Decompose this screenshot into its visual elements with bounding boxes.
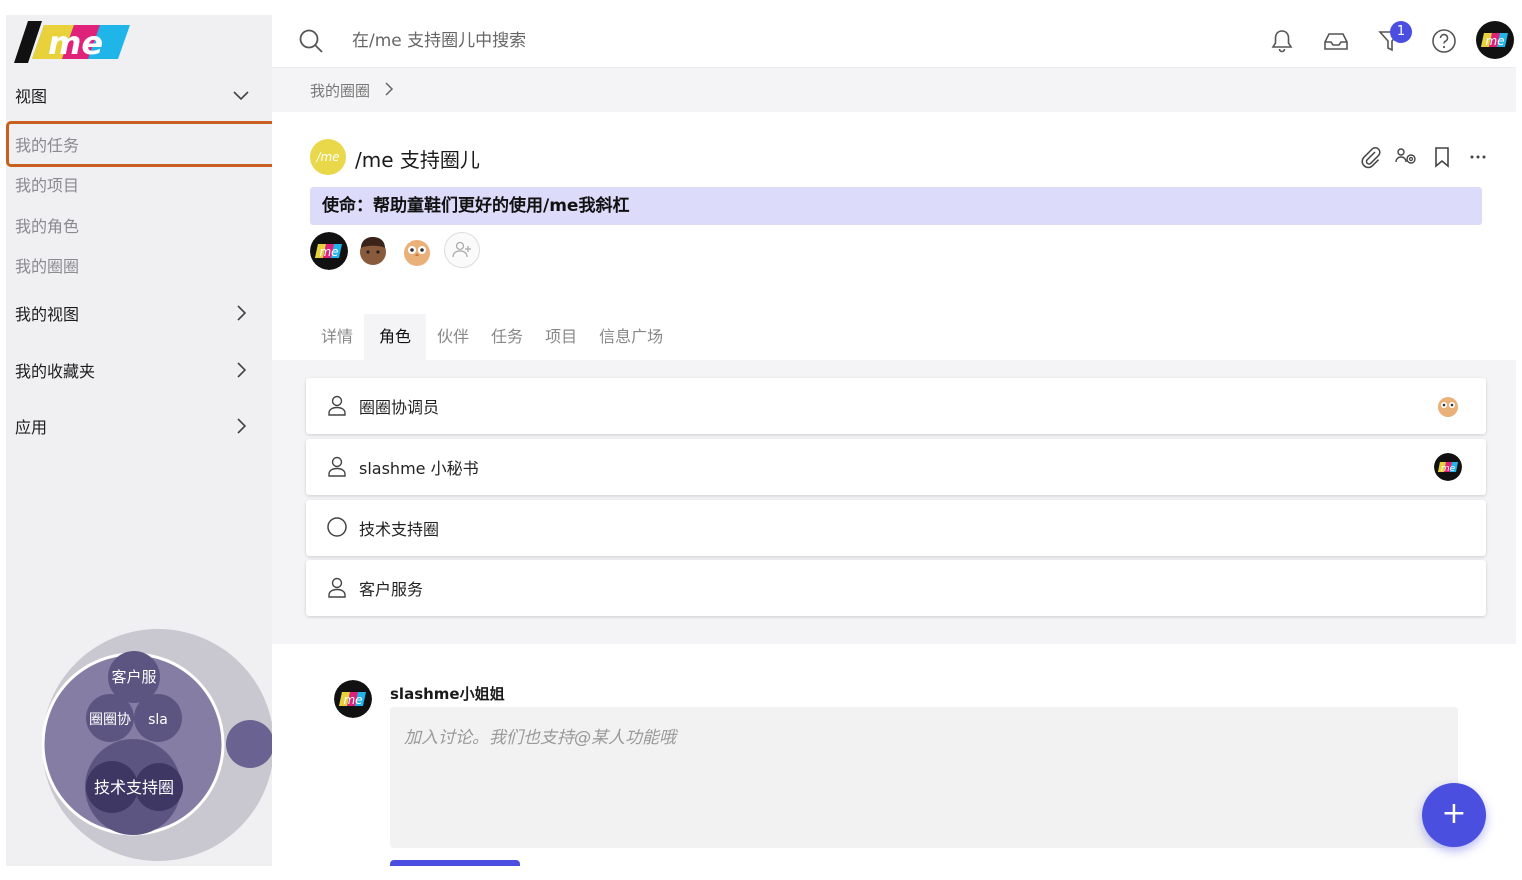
sidebar-views-toggle[interactable]: 视图 [6,75,272,115]
tab-roles[interactable]: 角色 [364,314,427,360]
role-item[interactable]: 技术支持圈 [306,500,1486,556]
tab-tasks[interactable]: 任务 [480,314,534,360]
sidebar-item-my-projects[interactable]: 我的项目 [6,164,272,204]
svg-text:me: me [1441,464,1456,474]
comment-author-name: slashme小姐姐 [390,685,505,703]
add-member-button[interactable] [444,232,480,268]
breadcrumb: 我的圈圈 [272,68,1516,112]
user-avatar[interactable]: me [1476,21,1514,59]
person-icon [328,577,346,598]
sidebar-item-my-circles[interactable]: 我的圈圈 [6,245,272,285]
person-icon [328,456,346,477]
sidebar: me 视图 我的任务 我的项目 我的角色 我的圈圈 我的视图 我的收藏夹 应用 … [6,15,278,866]
me-avatar[interactable]: me [1434,453,1462,481]
sidebar-views-label: 视图 [15,87,48,106]
search-input[interactable] [352,25,912,57]
svg-text:me: me [48,24,103,62]
role-label: 客户服务 [359,580,424,599]
bell-icon[interactable] [1268,27,1296,55]
circle-icon [327,517,347,537]
app-logo[interactable]: me [14,21,130,63]
chevron-right-icon [385,82,394,96]
sidebar-item-my-tasks[interactable]: 我的任务 [6,121,278,167]
sidebar-item-label: 我的任务 [15,136,80,155]
inbox-icon[interactable] [1322,27,1350,55]
bubble-label-coordinator: 圈圈协 [89,712,131,728]
tab-info-square[interactable]: 信息广场 [588,314,674,360]
sidebar-favorites-label: 我的收藏夹 [15,362,96,381]
role-label: slashme 小秘书 [359,459,479,478]
me-avatar[interactable]: me [310,232,348,270]
circle-mission: 使命：帮助童鞋们更好的使用/me我斜杠 [310,187,1482,225]
app-window: me 视图 我的任务 我的项目 我的角色 我的圈圈 我的视图 我的收藏夹 应用 … [6,15,1516,866]
role-label: 圈圈协调员 [359,398,440,417]
tab-details[interactable]: 详情 [310,314,364,360]
svg-text:me: me [343,693,362,707]
bubble-side [226,720,274,768]
role-label: 技术支持圈 [359,520,440,539]
bookmark-icon[interactable] [1430,145,1454,169]
circle-detail: /me /me 支持圈儿 使命：帮助童鞋们更好的使用/me我斜杠 me 详情 角… [272,112,1516,866]
sidebar-my-views[interactable]: 我的视图 [6,293,272,333]
owl-avatar[interactable] [1434,392,1462,420]
page-title: /me 支持圈儿 [355,148,480,172]
roles-list: 圈圈协调员 slashme 小秘书 me 技术支持圈 客户服务 [272,360,1516,644]
sidebar-item-label: 我的角色 [15,217,80,236]
tab-projects[interactable]: 项目 [534,314,588,360]
role-item[interactable]: 客户服务 [306,560,1486,616]
header-actions [1358,145,1490,169]
top-bar: 1 me [272,15,1516,68]
bubble-label-tech: 技术支持圈 [94,778,174,797]
members-settings-icon[interactable] [1394,145,1418,169]
bubble-label-customer: 客户服 [111,668,156,686]
attachment-icon[interactable] [1358,145,1382,169]
chevron-down-icon [233,91,249,101]
more-icon[interactable] [1466,145,1490,169]
person-icon [328,395,346,416]
circle-tabs: 详情 角色 伙伴 任务 项目 信息广场 [310,314,674,360]
comment-submit-button[interactable] [390,860,520,866]
comment-author-avatar: me [334,680,372,718]
chevron-right-icon [237,418,247,434]
sidebar-item-label: 我的圈圈 [15,257,80,276]
person-avatar[interactable] [354,232,392,270]
help-icon[interactable] [1430,27,1458,55]
svg-text:me: me [319,245,338,259]
role-item[interactable]: slashme 小秘书 me [306,439,1486,495]
sidebar-apps[interactable]: 应用 [6,406,272,446]
bubble-label-sla: sla [148,712,168,728]
circle-badge: /me [310,139,346,175]
sidebar-item-label: 我的项目 [15,176,80,195]
notification-badge: 1 [1390,21,1412,43]
svg-text:me: me [1485,34,1504,48]
role-item[interactable]: 圈圈协调员 [306,378,1486,434]
member-list: me [310,232,480,270]
comment-input[interactable] [390,707,1458,848]
chevron-right-icon [237,362,247,378]
tab-partners[interactable]: 伙伴 [426,314,480,360]
chevron-right-icon [237,305,247,321]
add-fab-button[interactable]: + [1422,783,1486,847]
sidebar-favorites[interactable]: 我的收藏夹 [6,350,272,390]
search-icon[interactable] [298,28,324,54]
add-user-icon [452,241,471,258]
breadcrumb-my-circles[interactable]: 我的圈圈 [310,80,370,101]
sidebar-my-views-label: 我的视图 [15,305,80,324]
owl-avatar[interactable] [398,232,436,270]
sidebar-item-my-roles[interactable]: 我的角色 [6,205,272,245]
circle-bubble-map[interactable]: 客户服 圈圈协 sla 技术支持圈 [41,627,278,863]
sidebar-apps-label: 应用 [15,418,48,437]
